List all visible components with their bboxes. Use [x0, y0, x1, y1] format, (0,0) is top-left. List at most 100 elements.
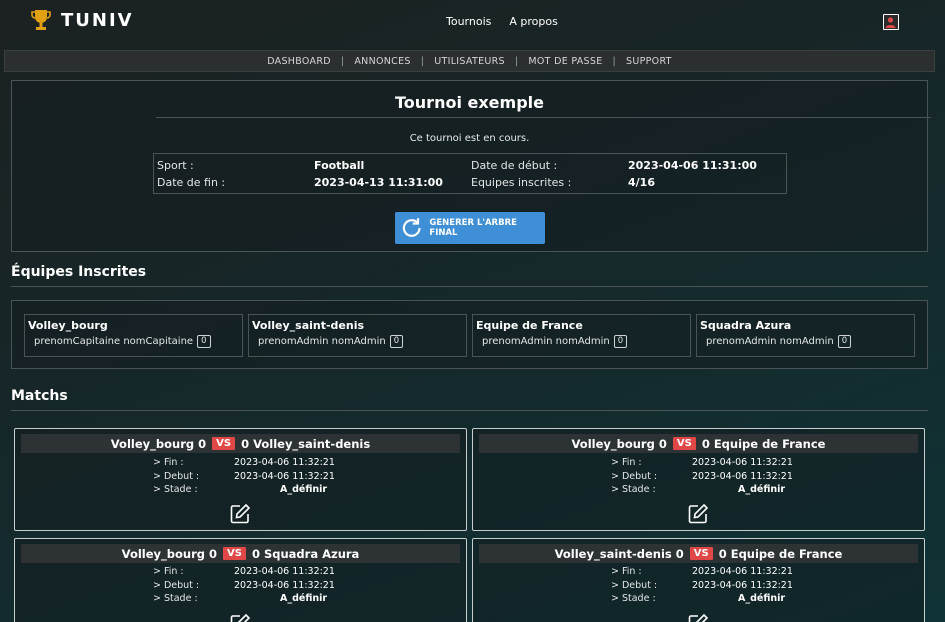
- fin-label: > Fin :: [153, 566, 184, 577]
- match-card: Volley_saint-denis 0 VS 0 Equipe de Fran…: [472, 538, 925, 622]
- match-team2: 0 Equipe de France: [718, 546, 843, 561]
- team-name: Equipe de France: [476, 319, 583, 332]
- start-date-label: Date de début :: [471, 159, 558, 172]
- fin-label: > Fin :: [611, 566, 642, 577]
- stade-label: > Stade :: [611, 484, 656, 495]
- fin-value: 2023-04-06 11:32:21: [234, 457, 335, 468]
- generate-button-label: GENERER L'ARBRE FINAL: [429, 218, 517, 238]
- top-nav: Tournois A propos: [446, 15, 558, 28]
- team-card[interactable]: Volley_saint-denis prenomAdmin nomAdmin 0: [248, 314, 467, 357]
- fin-label: > Fin :: [611, 457, 642, 468]
- team-captain: prenomAdmin nomAdmin 0: [482, 335, 628, 348]
- match-header: Volley_bourg 0 VS 0 Equipe de France: [479, 434, 918, 453]
- admin-subnav: DASHBOARD | ANNONCES | UTILISATEURS | MO…: [4, 50, 935, 72]
- tournament-info-box: Sport : Football Date de fin : 2023-04-1…: [153, 153, 787, 194]
- debut-label: > Debut :: [153, 580, 200, 591]
- tournament-status: Ce tournoi est en cours.: [409, 133, 530, 144]
- vs-badge: VS: [223, 547, 246, 560]
- subnav-support[interactable]: SUPPORT: [626, 56, 672, 67]
- match-team1: Volley_bourg 0: [571, 436, 667, 451]
- match-team2: 0 Squadra Azura: [251, 546, 360, 561]
- captain-name: prenomAdmin nomAdmin: [706, 336, 834, 347]
- divider: [156, 117, 931, 118]
- stade-value: A_définir: [280, 593, 328, 604]
- match-header: Volley_bourg 0 VS 0 Squadra Azura: [21, 544, 460, 563]
- teams-section-title: Équipes Inscrites: [11, 264, 147, 280]
- fin-value: 2023-04-06 11:32:21: [692, 566, 793, 577]
- logo[interactable]: TUNIV: [31, 9, 134, 31]
- subnav-dashboard[interactable]: DASHBOARD: [267, 56, 331, 67]
- teams-count-value: 4/16: [628, 176, 655, 189]
- fin-label: > Fin :: [153, 457, 184, 468]
- match-card: Volley_bourg 0 VS 0 Equipe de France > F…: [472, 428, 925, 531]
- edit-icon[interactable]: [229, 613, 251, 622]
- stade-value: A_définir: [738, 484, 786, 495]
- sport-value: Football: [314, 159, 365, 172]
- edit-icon[interactable]: [229, 503, 251, 525]
- matches-section-title: Matchs: [11, 388, 68, 404]
- trophy-icon: [31, 10, 51, 30]
- tournament-title: Tournoi exemple: [395, 93, 544, 112]
- debut-value: 2023-04-06 11:32:21: [234, 471, 335, 482]
- generate-final-tree-button[interactable]: GENERER L'ARBRE FINAL: [395, 212, 545, 244]
- subnav-utilisateurs[interactable]: UTILISATEURS: [434, 56, 505, 67]
- debut-label: > Debut :: [153, 471, 200, 482]
- debut-label: > Debut :: [611, 471, 658, 482]
- subnav-separator: |: [514, 55, 519, 67]
- fin-value: 2023-04-06 11:32:21: [692, 457, 793, 468]
- vs-badge: VS: [689, 547, 713, 560]
- stade-value: A_définir: [738, 593, 786, 604]
- debut-value: 2023-04-06 11:32:21: [692, 580, 793, 591]
- end-date-value: 2023-04-13 11:31:00: [314, 176, 443, 189]
- vs-badge: VS: [212, 437, 236, 450]
- team-card[interactable]: Equipe de France prenomAdmin nomAdmin 0: [472, 314, 691, 357]
- refresh-icon: [402, 218, 421, 237]
- stade-value: A_définir: [280, 484, 328, 495]
- divider: [11, 286, 928, 287]
- match-header: Volley_bourg 0 VS 0 Volley_saint-denis: [21, 434, 460, 453]
- vs-badge: VS: [672, 437, 696, 450]
- teams-panel: Volley_bourg prenomCapitaine nomCapitain…: [11, 300, 928, 369]
- stade-label: > Stade :: [611, 593, 656, 604]
- match-team1: Volley_bourg 0: [121, 546, 218, 561]
- team-name: Volley_bourg: [28, 319, 108, 332]
- member-count-badge: 0: [613, 335, 628, 348]
- match-card: Volley_bourg 0 VS 0 Volley_saint-denis >…: [14, 428, 467, 531]
- teams-count-label: Equipes inscrites :: [471, 176, 572, 189]
- team-card[interactable]: Volley_bourg prenomCapitaine nomCapitain…: [24, 314, 243, 357]
- team-captain: prenomCapitaine nomCapitaine 0: [34, 335, 211, 348]
- start-date-value: 2023-04-06 11:31:00: [628, 159, 757, 172]
- member-count-badge: 0: [837, 335, 852, 348]
- match-team2: 0 Equipe de France: [701, 436, 826, 451]
- fin-value: 2023-04-06 11:32:21: [234, 566, 335, 577]
- team-name: Volley_saint-denis: [252, 319, 365, 332]
- subnav-separator: |: [340, 55, 345, 67]
- end-date-label: Date de fin :: [157, 176, 226, 189]
- debut-label: > Debut :: [611, 580, 658, 591]
- nav-tournois[interactable]: Tournois: [446, 15, 491, 28]
- stade-label: > Stade :: [153, 484, 198, 495]
- sport-label: Sport :: [157, 159, 194, 172]
- debut-value: 2023-04-06 11:32:21: [234, 580, 335, 591]
- match-team1: Volley_saint-denis 0: [554, 546, 684, 561]
- subnav-separator: |: [612, 55, 617, 67]
- team-card[interactable]: Squadra Azura prenomAdmin nomAdmin 0: [696, 314, 915, 357]
- captain-name: prenomAdmin nomAdmin: [482, 336, 610, 347]
- user-profile-icon[interactable]: [883, 14, 899, 30]
- header: TUNIV Tournois A propos: [0, 0, 945, 46]
- stade-label: > Stade :: [153, 593, 198, 604]
- subnav-separator: |: [420, 55, 425, 67]
- edit-icon[interactable]: [687, 613, 709, 622]
- team-captain: prenomAdmin nomAdmin 0: [706, 335, 852, 348]
- edit-icon[interactable]: [687, 503, 709, 525]
- member-count-badge: 0: [197, 335, 211, 348]
- tournament-panel: Tournoi exemple Ce tournoi est en cours.…: [11, 80, 931, 252]
- brand-name: TUNIV: [61, 9, 134, 31]
- team-captain: prenomAdmin nomAdmin 0: [258, 335, 404, 348]
- match-team2: 0 Volley_saint-denis: [241, 436, 371, 451]
- subnav-annonces[interactable]: ANNONCES: [354, 56, 410, 67]
- nav-a-propos[interactable]: A propos: [509, 15, 557, 28]
- member-count-badge: 0: [389, 335, 404, 348]
- captain-name: prenomAdmin nomAdmin: [258, 336, 386, 347]
- subnav-mot-de-passe[interactable]: MOT DE PASSE: [528, 56, 602, 67]
